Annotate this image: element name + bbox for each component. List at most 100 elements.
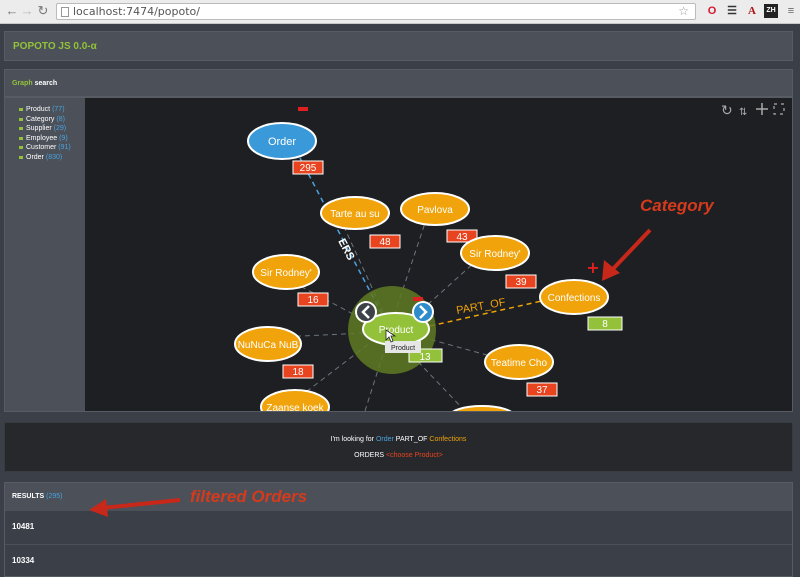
- bullet-icon: [19, 145, 23, 149]
- taxonomy-count: (91): [58, 144, 71, 151]
- address-bar[interactable]: localhost:7474/popoto/ ☆: [56, 3, 696, 20]
- query-entity[interactable]: Order: [376, 436, 394, 443]
- node-count: 13: [419, 352, 431, 363]
- graph-title-accent: Graph: [12, 80, 33, 87]
- taxonomy-count: (77): [52, 106, 65, 113]
- graph-node-sirrodney1[interactable]: Sir Rodney' 16: [252, 254, 329, 307]
- reload-icon[interactable]: ↻: [35, 3, 51, 19]
- graph-title-rest: search: [32, 80, 58, 87]
- taxonomy-label: Supplier: [26, 125, 52, 132]
- relation-label-partof: PART_OF: [455, 296, 506, 316]
- result-row[interactable]: 10334: [12, 556, 34, 565]
- cypher-prefix: ORDERS: [354, 452, 387, 459]
- svg-text:⇅: ⇅: [739, 107, 747, 118]
- node-label: Zaanse koek: [266, 403, 324, 411]
- graph-panel: Product (77) Category (8) Supplier (29) …: [4, 97, 793, 412]
- browser-toolbar: ← → ↻ localhost:7474/popoto/ ☆ O ☰ A ZH …: [0, 0, 800, 24]
- menu-icon[interactable]: ≡: [784, 4, 798, 18]
- bullet-icon: [19, 136, 23, 140]
- graph-node-nunuca[interactable]: NuNuCa NuB 18: [234, 326, 314, 379]
- query-sentence: I'm looking for Order PART_OF Confection…: [5, 436, 792, 443]
- taxonomy-label: Order: [26, 154, 44, 161]
- taxonomy-count: (29): [53, 125, 67, 132]
- graph-node-zaanse[interactable]: Zaanse koek: [260, 389, 330, 411]
- taxonomy-label: Customer: [26, 144, 57, 151]
- tooltip-text: Product: [391, 345, 415, 352]
- bullet-icon: [19, 117, 23, 121]
- taxonomy-item-employee[interactable]: Employee (9): [19, 135, 68, 142]
- minus-icon: [413, 297, 423, 301]
- node-count: 39: [515, 277, 527, 288]
- node-label: NuNuCa NuB: [238, 340, 299, 351]
- node-label: Pavlova: [417, 205, 453, 216]
- forward-arrow-icon[interactable]: →: [19, 3, 35, 19]
- result-row[interactable]: 10481: [12, 522, 34, 531]
- results-panel: RESULTS (295) 10481 10334: [4, 482, 793, 577]
- taxonomy-label: Employee: [26, 135, 58, 142]
- graph-node-order[interactable]: Order 295: [247, 107, 324, 175]
- node-label: Sir Rodney': [260, 268, 311, 279]
- bullet-icon: [19, 126, 23, 130]
- graph-panel-title: Graph search: [12, 80, 57, 87]
- annotation-filtered-orders: filtered Orders: [190, 487, 308, 506]
- bullet-icon: [19, 107, 23, 111]
- results-count: (295): [46, 493, 63, 500]
- taxonomy-count: (830): [45, 154, 63, 161]
- query-prefix: I'm looking for: [330, 436, 376, 443]
- graph-node-sirrodney2[interactable]: Sir Rodney' 39: [460, 235, 537, 289]
- acrobat-extension-icon[interactable]: A: [745, 4, 759, 18]
- node-label: Teatime Cho: [491, 358, 548, 369]
- node-count: 18: [292, 367, 304, 378]
- node-label: Confections: [548, 293, 601, 304]
- taxonomy-item-customer[interactable]: Customer (91): [19, 144, 71, 151]
- bookmark-star-icon[interactable]: ☆: [678, 4, 689, 19]
- graph-panel-header: Graph search: [4, 69, 793, 97]
- graph-node-pavlova[interactable]: Pavlova 43: [400, 192, 478, 243]
- results-title-text: RESULTS: [12, 493, 45, 500]
- node-count: 37: [536, 385, 548, 396]
- taxonomy-list: Product (77) Category (8) Supplier (29) …: [5, 98, 85, 411]
- taxonomy-label: Product: [26, 106, 51, 113]
- node-label: Sir Rodney': [469, 249, 520, 260]
- query-relation: PART_OF: [393, 436, 430, 443]
- refresh-graph-icon[interactable]: ↻: [721, 103, 733, 119]
- taxonomy-item-order[interactable]: Order (830): [19, 154, 62, 161]
- taxonomy-count: (9): [59, 135, 68, 142]
- layers-extension-icon[interactable]: ☰: [725, 4, 739, 18]
- opera-extension-icon[interactable]: O: [705, 4, 719, 18]
- taxonomy-item-product[interactable]: Product (77): [19, 106, 65, 113]
- graph-node-confections[interactable]: + Confections 8: [539, 258, 623, 331]
- url-text: localhost:7474/popoto/: [73, 5, 200, 18]
- fullscreen-icon[interactable]: [773, 103, 785, 115]
- next-value-button[interactable]: [412, 301, 434, 323]
- zoom-in-icon[interactable]: [756, 103, 768, 115]
- node-count: 8: [602, 319, 608, 330]
- graph-node-teatime[interactable]: Teatime Cho 37: [484, 344, 558, 397]
- zh-extension-icon[interactable]: ZH: [764, 4, 778, 18]
- taxonomy-item-supplier[interactable]: Supplier (29): [19, 125, 66, 132]
- node-label: Order: [268, 136, 296, 148]
- row-divider: [5, 544, 792, 545]
- app-title: POPOTO JS 0.0-α: [13, 41, 97, 52]
- previous-value-button[interactable]: [355, 301, 377, 323]
- annotation-category: Category: [640, 196, 714, 215]
- app-header: POPOTO JS 0.0-α: [4, 31, 793, 61]
- collapse-icon[interactable]: ⇅: [739, 107, 747, 118]
- choose-product-link[interactable]: <choose Product>: [386, 452, 443, 459]
- graph-node-partial[interactable]: [450, 405, 514, 411]
- graph-canvas[interactable]: ↻ ⇅ ERS PART_OF Order 295 Tarte au su 48…: [85, 98, 792, 411]
- node-tooltip: Product: [385, 341, 421, 353]
- node-count: 48: [379, 237, 391, 248]
- graph-node-tarte[interactable]: Tarte au su 48: [320, 196, 401, 249]
- cypher-line: ORDERS <choose Product>: [5, 452, 792, 459]
- back-arrow-icon[interactable]: ←: [4, 3, 20, 19]
- relation-label-orders: ERS: [335, 237, 356, 263]
- node-count: 16: [307, 295, 319, 306]
- query-value[interactable]: Confections: [429, 436, 466, 443]
- node-count: 295: [300, 163, 317, 174]
- node-label: Tarte au su: [330, 209, 379, 220]
- taxonomy-item-category[interactable]: Category (8): [19, 116, 65, 123]
- query-panel: I'm looking for Order PART_OF Confection…: [4, 422, 793, 472]
- results-title: RESULTS (295): [12, 493, 62, 500]
- bullet-icon: [19, 155, 23, 159]
